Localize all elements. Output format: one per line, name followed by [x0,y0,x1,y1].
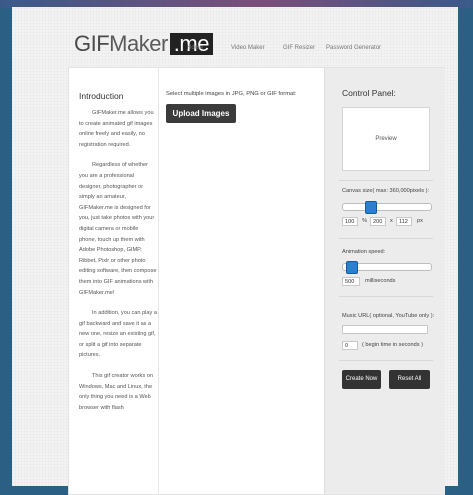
px-unit: px [417,218,423,224]
canvas-size-slider[interactable] [342,201,432,214]
milliseconds-unit: milliseconds [365,278,396,284]
percent-sign: % [362,218,367,224]
main-content-panel: Introduction GIFMaker.me allows you to c… [68,67,445,495]
animation-speed-slider[interactable] [342,261,432,274]
nav-link-home[interactable]: Home [187,45,203,51]
divider [339,238,433,239]
animation-speed-label: Animation speed: [342,249,386,255]
intro-paragraph: GIFMaker.me allows you to create animate… [79,110,154,148]
speed-input[interactable]: 500 [342,277,360,286]
canvas-size-label: Canvas size( max: 360,000pixels ): [342,188,430,194]
divider [339,360,433,361]
introduction-heading: Introduction [79,91,124,101]
begin-time-label: ( begin time in seconds ) [362,342,423,348]
begin-time-input[interactable]: 0 [342,341,358,350]
divider [339,180,433,181]
canvas-percent-input[interactable]: 100 [342,217,358,226]
canvas-slider-handle[interactable] [365,201,377,214]
logo-maker-text: Maker [109,31,168,56]
control-panel: Control Panel: Preview Canvas size( max:… [324,68,445,494]
preview-box: Preview [342,107,430,171]
upload-images-button[interactable]: Upload Images [166,104,236,123]
divider [339,296,433,297]
intro-paragraph: This gif creator works on Windows, Mac a… [79,373,153,411]
intro-paragraph: In addition, you can play a gif backward… [79,310,157,359]
introduction-text: GIFMaker.me allows you to create animate… [79,108,157,423]
upload-column: Select multiple images in JPG, PNG or GI… [159,68,324,494]
page-background: GIFMaker .me Home Video Maker GIF Resizer… [12,7,458,495]
canvas-width-input[interactable]: 200 [370,217,386,226]
control-panel-title: Control Panel: [342,88,396,98]
times-sign: x [390,218,393,224]
music-url-label: Music URL( optional, YouTube only ): [342,313,435,319]
logo-me-badge: .me [169,33,213,55]
intro-paragraph: Regardless of whether you are a professi… [79,162,157,296]
speed-slider-handle[interactable] [346,261,358,274]
upload-instructions: Select multiple images in JPG, PNG or GI… [166,91,297,97]
create-now-button[interactable]: Create Now [342,370,381,389]
logo-gif-text: GIF [74,31,110,56]
reset-all-button[interactable]: Reset All [389,370,430,389]
canvas-height-input[interactable]: 112 [396,217,412,226]
music-url-input[interactable] [342,325,428,334]
introduction-column: Introduction GIFMaker.me allows you to c… [69,68,159,494]
site-logo[interactable]: GIFMaker .me [74,31,213,57]
nav-link-gif-resizer[interactable]: GIF Resizer [283,45,315,51]
nav-link-video-maker[interactable]: Video Maker [231,45,265,51]
nav-link-password-generator[interactable]: Password Generator [326,45,381,51]
